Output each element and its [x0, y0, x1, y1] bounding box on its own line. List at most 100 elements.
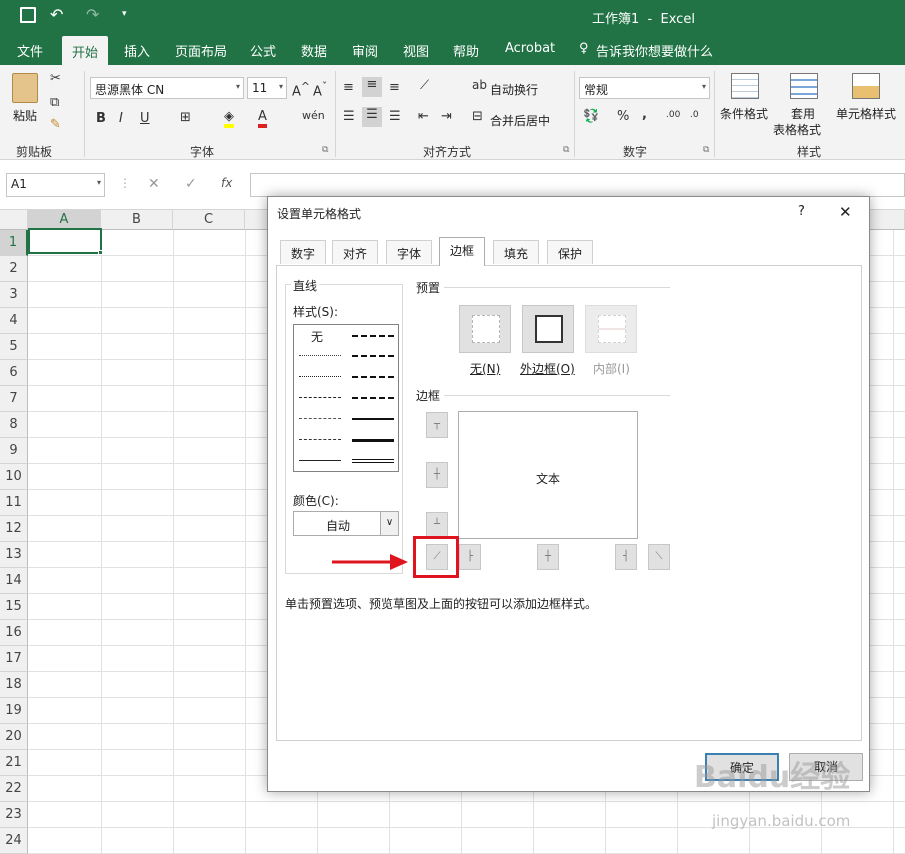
number-dialog-launcher-icon[interactable]: ⧉ [703, 145, 709, 155]
row-header[interactable]: 3 [0, 282, 28, 308]
help-button[interactable]: ? [798, 204, 805, 219]
format-painter-icon[interactable]: ✎ [50, 117, 61, 132]
line-style-medium-dash-dot[interactable] [352, 376, 394, 378]
decrease-indent-icon[interactable]: ⇤ [418, 109, 429, 124]
preset-outline-button[interactable] [522, 305, 574, 353]
row-header[interactable]: 9 [0, 438, 28, 464]
bold-button[interactable]: B [96, 111, 106, 126]
paste-button[interactable]: 粘贴 [13, 107, 37, 124]
comma-style-icon[interactable]: , [642, 107, 647, 122]
font-dialog-launcher-icon[interactable]: ⧉ [322, 145, 328, 155]
accounting-format-icon[interactable]: 💱 [583, 109, 599, 124]
align-right-icon[interactable]: ☰ [389, 109, 401, 124]
font-size-combo[interactable]: 11 ▾ [247, 77, 287, 99]
border-right-button[interactable]: ┤ [615, 544, 637, 570]
enter-icon[interactable]: ✓ [185, 176, 197, 192]
row-header[interactable]: 8 [0, 412, 28, 438]
redo-icon[interactable]: ↷ [86, 5, 99, 24]
undo-icon[interactable]: ↶ [50, 5, 63, 24]
row-header[interactable]: 11 [0, 490, 28, 516]
cut-icon[interactable]: ✂ [50, 71, 61, 86]
align-top-icon[interactable]: ≡ [343, 80, 354, 95]
line-style-double[interactable] [352, 459, 394, 463]
increase-font-icon[interactable]: A^ [292, 80, 310, 99]
merge-center-button[interactable]: 合并后居中 [490, 112, 550, 129]
border-preview-box[interactable]: 文本 [458, 411, 638, 539]
line-style-thin[interactable] [299, 460, 341, 461]
phonetic-icon[interactable]: wén [302, 109, 325, 122]
line-style-none[interactable]: 无 [311, 328, 323, 345]
row-header[interactable]: 23 [0, 802, 28, 828]
cell-a1-selected[interactable] [28, 228, 102, 254]
row-header[interactable]: 1 [0, 230, 28, 256]
merge-center-icon[interactable]: ⊟ [472, 109, 483, 124]
tab-font[interactable]: 字体 [386, 240, 433, 264]
border-diagonal-down-button[interactable]: ⟍ [648, 544, 670, 570]
line-style-dotted[interactable] [299, 376, 341, 377]
tab-home[interactable]: 开始 [62, 36, 109, 65]
tab-data[interactable]: 数据 [301, 41, 327, 60]
line-style-medium-dashed[interactable] [352, 397, 394, 399]
save-icon[interactable] [20, 7, 36, 23]
row-header[interactable]: 16 [0, 620, 28, 646]
row-header[interactable]: 14 [0, 568, 28, 594]
row-header[interactable]: 13 [0, 542, 28, 568]
row-header[interactable]: 10 [0, 464, 28, 490]
tab-protection[interactable]: 保护 [547, 240, 594, 264]
tab-help[interactable]: 帮助 [453, 41, 479, 60]
column-header-a[interactable]: A [28, 210, 101, 230]
column-header-b[interactable]: B [101, 210, 173, 230]
alignment-dialog-launcher-icon[interactable]: ⧉ [563, 145, 569, 155]
border-inside-horizontal-button[interactable]: ┼ [426, 462, 448, 488]
line-style-thick[interactable] [352, 439, 394, 442]
fill-color-icon[interactable]: ◈ [224, 109, 234, 128]
decrease-font-icon[interactable]: Aˇ [313, 80, 327, 99]
cell-styles-button[interactable]: 单元格样式 [836, 105, 896, 122]
line-style-medium[interactable] [352, 418, 394, 420]
line-style-dash-dot[interactable] [299, 418, 341, 419]
row-header[interactable]: 19 [0, 698, 28, 724]
conditional-format-icon[interactable] [731, 73, 759, 99]
tab-fill[interactable]: 填充 [493, 240, 540, 264]
tab-border[interactable]: 边框 [439, 237, 486, 266]
cancel-icon[interactable]: ✕ [148, 176, 160, 192]
font-color-icon[interactable]: A [258, 109, 267, 128]
number-format-combo[interactable]: 常规 ▾ [579, 77, 710, 99]
italic-button[interactable]: I [119, 111, 123, 126]
preset-none-button[interactable] [459, 305, 511, 353]
border-bottom-button[interactable]: ┴ [426, 512, 448, 538]
line-style-medium-dash-dot-dot[interactable] [352, 335, 394, 337]
close-icon[interactable]: ✕ [839, 203, 852, 221]
percent-icon[interactable]: % [617, 109, 629, 124]
row-header[interactable]: 2 [0, 256, 28, 282]
tab-alignment[interactable]: 对齐 [332, 240, 379, 264]
format-as-table-button-1[interactable]: 套用 [791, 105, 815, 122]
select-all-corner[interactable] [0, 210, 28, 230]
tell-me-search[interactable]: 告诉我你想要做什么 [596, 41, 713, 60]
line-style-hair[interactable] [299, 355, 341, 356]
border-left-button[interactable]: ├ [459, 544, 481, 570]
increase-decimal-icon[interactable]: .00 [666, 110, 680, 120]
wrap-text-button[interactable]: 自动换行 [490, 81, 538, 98]
align-middle-icon[interactable]: ≡ [362, 77, 382, 97]
tab-formulas[interactable]: 公式 [250, 41, 276, 60]
row-header[interactable]: 18 [0, 672, 28, 698]
formula-input[interactable] [250, 173, 905, 197]
tab-view[interactable]: 视图 [403, 41, 429, 60]
line-style-list[interactable]: 无 [293, 324, 399, 472]
increase-indent-icon[interactable]: ⇥ [441, 109, 452, 124]
format-as-table-button-2[interactable]: 表格格式 [773, 121, 821, 138]
row-header[interactable]: 7 [0, 386, 28, 412]
column-header-c[interactable]: C [173, 210, 245, 230]
row-header[interactable]: 21 [0, 750, 28, 776]
row-header[interactable]: 17 [0, 646, 28, 672]
border-inside-vertical-button[interactable]: ┼ [537, 544, 559, 570]
paste-icon[interactable] [12, 73, 38, 103]
line-style-dashed[interactable] [299, 439, 341, 440]
line-style-slant-dash-dot[interactable] [352, 355, 394, 357]
align-center-icon[interactable]: ☰ [362, 107, 382, 127]
align-bottom-icon[interactable]: ≡ [389, 80, 400, 95]
cell-styles-icon[interactable] [852, 73, 880, 99]
fill-handle[interactable] [98, 250, 103, 255]
color-dropdown[interactable]: 自动 ∨ [293, 511, 399, 536]
